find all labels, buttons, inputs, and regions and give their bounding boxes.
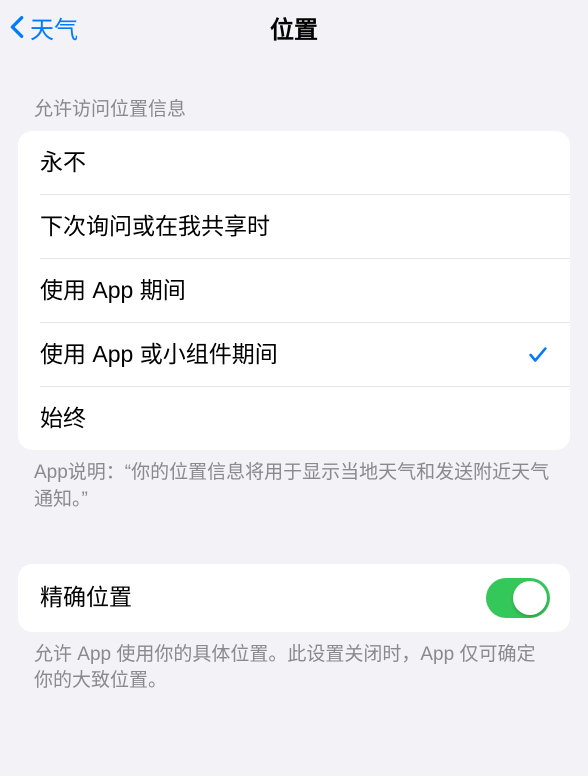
option-label: 使用 App 期间: [40, 276, 186, 306]
checkmark-icon: [526, 343, 550, 367]
page-title: 位置: [270, 10, 318, 45]
option-never[interactable]: 永不: [18, 131, 570, 195]
precise-location-label: 精确位置: [40, 583, 132, 613]
precise-location-group: 精确位置: [18, 564, 570, 632]
precise-location-footer: 允许 App 使用你的具体位置。此设置关闭时，App 仅可确定你的大致位置。: [0, 632, 588, 695]
content-area: 允许访问位置信息 永不 下次询问或在我共享时 使用 App 期间 使用 App …: [0, 54, 588, 695]
option-label: 下次询问或在我共享时: [40, 212, 270, 242]
chevron-left-icon: [8, 13, 26, 41]
option-label: 使用 App 或小组件期间: [40, 340, 278, 370]
back-button[interactable]: 天气: [8, 10, 78, 45]
option-while-using-app-or-widgets[interactable]: 使用 App 或小组件期间: [18, 323, 570, 387]
toggle-knob: [513, 581, 547, 615]
back-label: 天气: [30, 10, 78, 45]
precise-location-row[interactable]: 精确位置: [18, 564, 570, 632]
section-header-location-access: 允许访问位置信息: [0, 94, 588, 131]
option-label: 始终: [40, 404, 86, 434]
precise-location-toggle[interactable]: [486, 578, 550, 618]
navigation-bar: 天气 位置: [0, 0, 588, 54]
option-while-using-app[interactable]: 使用 App 期间: [18, 259, 570, 323]
location-access-group: 永不 下次询问或在我共享时 使用 App 期间 使用 App 或小组件期间 始终: [18, 131, 570, 450]
option-always[interactable]: 始终: [18, 387, 570, 451]
option-ask-next-time[interactable]: 下次询问或在我共享时: [18, 195, 570, 259]
option-label: 永不: [40, 148, 86, 178]
app-explanation-footer: App说明：“你的位置信息将用于显示当地天气和发送附近天气通知。”: [0, 450, 588, 513]
